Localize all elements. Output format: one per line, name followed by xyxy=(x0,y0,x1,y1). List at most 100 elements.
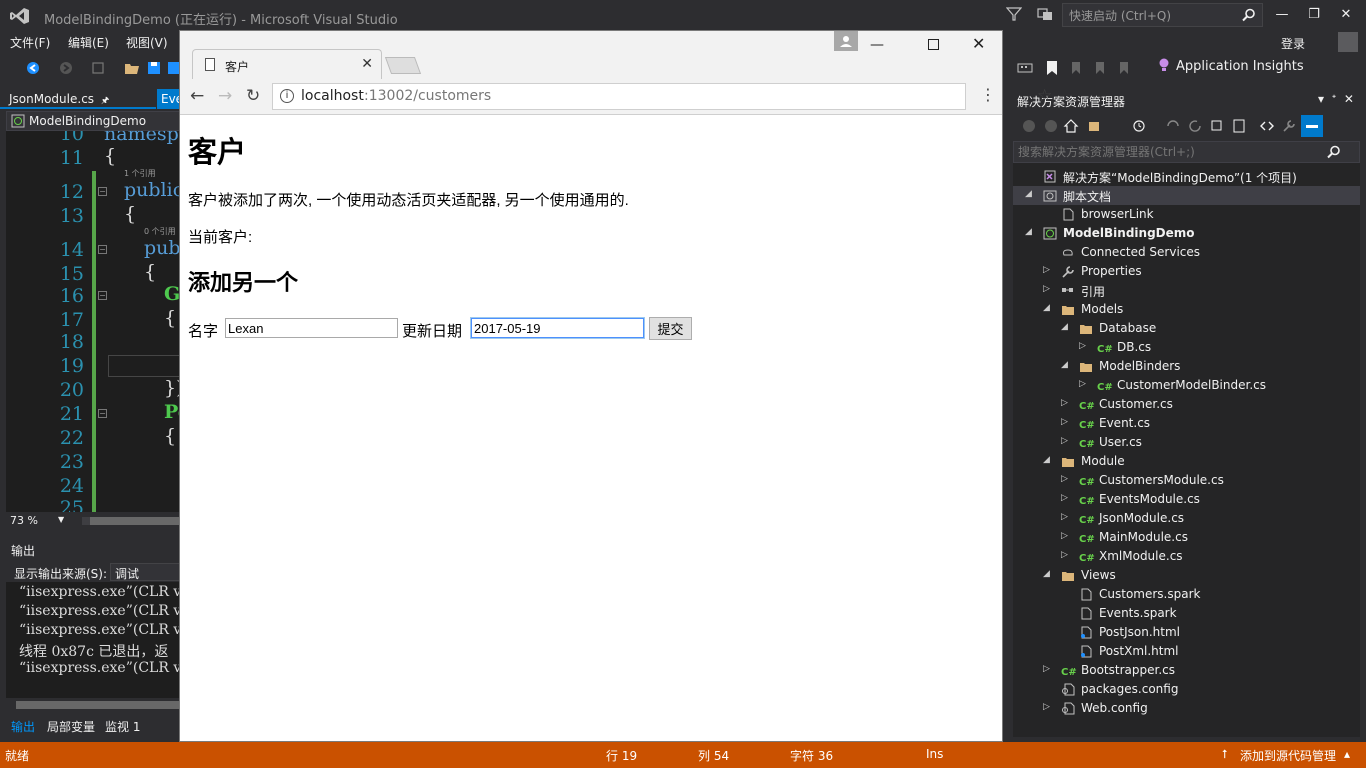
submit-button[interactable]: 提交 xyxy=(649,317,692,340)
back-arrow-icon[interactable]: ← xyxy=(190,86,204,106)
horizontal-scrollbar[interactable] xyxy=(82,517,180,525)
tree-item[interactable]: ▷ C# JsonModule.cs xyxy=(1013,509,1360,528)
save-icon[interactable] xyxy=(146,60,162,76)
info-icon[interactable]: i xyxy=(280,89,294,103)
tree-item[interactable]: ▷ C# Bootstrapper.cs xyxy=(1013,661,1360,680)
tree-item[interactable]: ◢ Models xyxy=(1013,300,1360,319)
search-icon[interactable] xyxy=(1327,145,1341,159)
update-date-input[interactable] xyxy=(471,318,644,338)
tree-item[interactable]: browserLink xyxy=(1013,205,1360,224)
solution-explorer-search[interactable] xyxy=(1013,141,1360,163)
chevron-down-icon[interactable]: ▼ xyxy=(58,515,64,524)
pin-icon[interactable]: 🖈 xyxy=(101,93,109,109)
tree-item[interactable]: ▷ C# DB.cs xyxy=(1013,338,1360,357)
profile-icon[interactable] xyxy=(834,31,858,51)
previous-bookmark-icon[interactable] xyxy=(1068,60,1084,76)
tab-watch-1[interactable]: 监视 1 xyxy=(105,718,140,735)
tab-output[interactable]: 输出 xyxy=(11,718,35,735)
collapsed-arrow-icon[interactable]: ▷ xyxy=(1079,341,1089,351)
collapsed-arrow-icon[interactable]: ▷ xyxy=(1043,265,1053,275)
sync-icon[interactable] xyxy=(1165,118,1181,134)
vs-close-button[interactable]: ✕ xyxy=(1332,4,1360,26)
output-horizontal-scrollbar[interactable] xyxy=(6,698,180,712)
back-icon[interactable] xyxy=(1021,118,1037,134)
collapsed-arrow-icon[interactable]: ▷ xyxy=(1061,493,1071,503)
new-tab-button[interactable] xyxy=(384,57,422,74)
tree-item[interactable]: ▷ Web.config xyxy=(1013,699,1360,718)
tree-item[interactable]: Events.spark xyxy=(1013,604,1360,623)
tree-item[interactable]: ◢ ModelBinders xyxy=(1013,357,1360,376)
expanded-arrow-icon[interactable]: ◢ xyxy=(1025,189,1035,199)
tree-item[interactable]: ▷ C# Customer.cs xyxy=(1013,395,1360,414)
browser-close-button[interactable]: ✕ xyxy=(972,34,985,53)
tree-item[interactable]: Customers.spark xyxy=(1013,585,1360,604)
collapsed-arrow-icon[interactable]: ▷ xyxy=(1043,664,1053,674)
expanded-arrow-icon[interactable]: ◢ xyxy=(1061,322,1071,332)
tree-item[interactable]: ◢ 脚本文档 xyxy=(1013,186,1360,205)
tab-locals[interactable]: 局部变量 xyxy=(47,718,95,735)
new-project-icon[interactable] xyxy=(90,60,106,76)
menu-file[interactable]: 文件(F) xyxy=(10,34,50,51)
collapsed-arrow-icon[interactable]: ▷ xyxy=(1061,474,1071,484)
tree-item[interactable]: ▷ 引用 xyxy=(1013,281,1360,300)
tree-item[interactable]: ▷ C# EventsModule.cs xyxy=(1013,490,1360,509)
panel-controls[interactable]: ▾ ᐩ ✕ xyxy=(1318,92,1354,106)
output-text-area[interactable]: “iisexpress.exe”(CLR v “iisexpress.exe”(… xyxy=(6,582,180,698)
collapse-all-icon[interactable] xyxy=(1209,118,1225,134)
tree-item[interactable]: 解决方案“ModelBindingDemo”(1 个项目) xyxy=(1013,167,1360,186)
close-icon[interactable]: ✕ xyxy=(361,56,373,72)
menu-edit[interactable]: 编辑(E) xyxy=(68,34,109,51)
pending-changes-icon[interactable] xyxy=(1131,118,1147,134)
collapsed-arrow-icon[interactable]: ▷ xyxy=(1043,284,1053,294)
forward-navigation-icon[interactable] xyxy=(58,60,74,76)
home-icon[interactable] xyxy=(1063,118,1079,134)
chevron-up-icon[interactable]: ▴ xyxy=(1344,747,1350,761)
account-avatar[interactable] xyxy=(1338,32,1358,52)
view-code-icon[interactable] xyxy=(1259,118,1275,134)
open-file-icon[interactable] xyxy=(124,60,140,76)
tree-item[interactable]: ▷ C# CustomerModelBinder.cs xyxy=(1013,376,1360,395)
notification-filter-icon[interactable] xyxy=(1006,6,1022,22)
collapsed-arrow-icon[interactable]: ▷ xyxy=(1061,550,1071,560)
browser-tab-customers[interactable]: 客户 ✕ xyxy=(192,49,382,79)
browser-menu-icon[interactable]: ⋮ xyxy=(980,85,996,104)
tree-item[interactable]: ▷ C# XmlModule.cs xyxy=(1013,547,1360,566)
tree-item[interactable]: ▷ C# CustomersModule.cs xyxy=(1013,471,1360,490)
tree-item[interactable]: ◢ Module xyxy=(1013,452,1360,471)
forward-icon[interactable] xyxy=(1043,118,1059,134)
show-all-files-icon[interactable] xyxy=(1231,118,1247,134)
collapsed-arrow-icon[interactable]: ▷ xyxy=(1061,436,1071,446)
scrollbar-thumb[interactable] xyxy=(16,701,180,709)
browser-minimize-button[interactable]: — xyxy=(870,37,884,53)
solution-search-input[interactable] xyxy=(1018,144,1328,160)
tree-item[interactable]: PostJson.html xyxy=(1013,623,1360,642)
fold-toggle[interactable]: − xyxy=(98,187,107,196)
add-to-source-control-button[interactable]: 添加到源代码管理 xyxy=(1240,747,1336,764)
application-insights-button[interactable]: Application Insights xyxy=(1176,59,1304,74)
bookmark-icon[interactable] xyxy=(1044,60,1060,76)
switch-views-icon[interactable] xyxy=(1087,118,1103,134)
collapsed-arrow-icon[interactable]: ▷ xyxy=(1061,398,1071,408)
tree-item[interactable]: ▷ C# Event.cs xyxy=(1013,414,1360,433)
collapsed-arrow-icon[interactable]: ▷ xyxy=(1043,702,1053,712)
reload-icon[interactable]: ↻ xyxy=(246,86,260,106)
browser-maximize-button[interactable] xyxy=(928,39,939,50)
output-source-select[interactable]: 调试 xyxy=(110,563,180,581)
quick-launch-input[interactable]: 快速启动 (Ctrl+Q) xyxy=(1062,3,1263,27)
fold-toggle[interactable]: − xyxy=(98,245,107,254)
preview-selected-items-icon[interactable] xyxy=(1301,115,1323,137)
refresh-icon[interactable] xyxy=(1187,118,1203,134)
tree-item[interactable]: ◢ Views xyxy=(1013,566,1360,585)
menu-view[interactable]: 视图(V) xyxy=(126,34,168,51)
expanded-arrow-icon[interactable]: ◢ xyxy=(1061,360,1071,370)
expanded-arrow-icon[interactable]: ◢ xyxy=(1025,227,1035,237)
properties-wrench-icon[interactable] xyxy=(1281,118,1297,134)
feedback-icon[interactable] xyxy=(1036,6,1054,22)
tree-item[interactable]: packages.config xyxy=(1013,680,1360,699)
expanded-arrow-icon[interactable]: ◢ xyxy=(1043,455,1053,465)
fold-toggle[interactable]: − xyxy=(98,409,107,418)
vs-restore-button[interactable]: ❐ xyxy=(1300,4,1328,26)
collapsed-arrow-icon[interactable]: ▷ xyxy=(1061,531,1071,541)
back-navigation-icon[interactable] xyxy=(25,60,41,76)
name-input[interactable] xyxy=(225,318,398,338)
